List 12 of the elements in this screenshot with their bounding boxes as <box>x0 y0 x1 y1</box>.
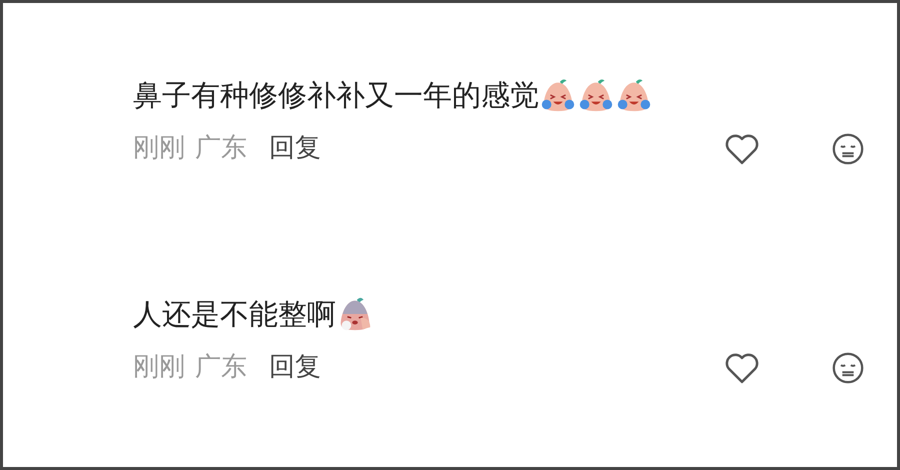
comment-location: 广东 <box>195 132 247 165</box>
reply-link[interactable]: 回复 <box>269 129 321 168</box>
comment-time: 刚刚 <box>133 132 185 165</box>
comment-text: 人还是不能整啊 <box>133 296 336 333</box>
like-heart-icon[interactable] <box>723 132 761 166</box>
reply-link[interactable]: 回复 <box>269 348 321 387</box>
neutral-face-icon[interactable] <box>831 350 865 384</box>
like-heart-icon[interactable] <box>723 350 761 384</box>
comment-text: 鼻子有种修修补补又一年的感觉 <box>133 77 539 114</box>
comment-time: 刚刚 <box>133 351 185 384</box>
neutral-face-icon[interactable] <box>831 132 865 166</box>
comment-location: 广东 <box>195 351 247 384</box>
